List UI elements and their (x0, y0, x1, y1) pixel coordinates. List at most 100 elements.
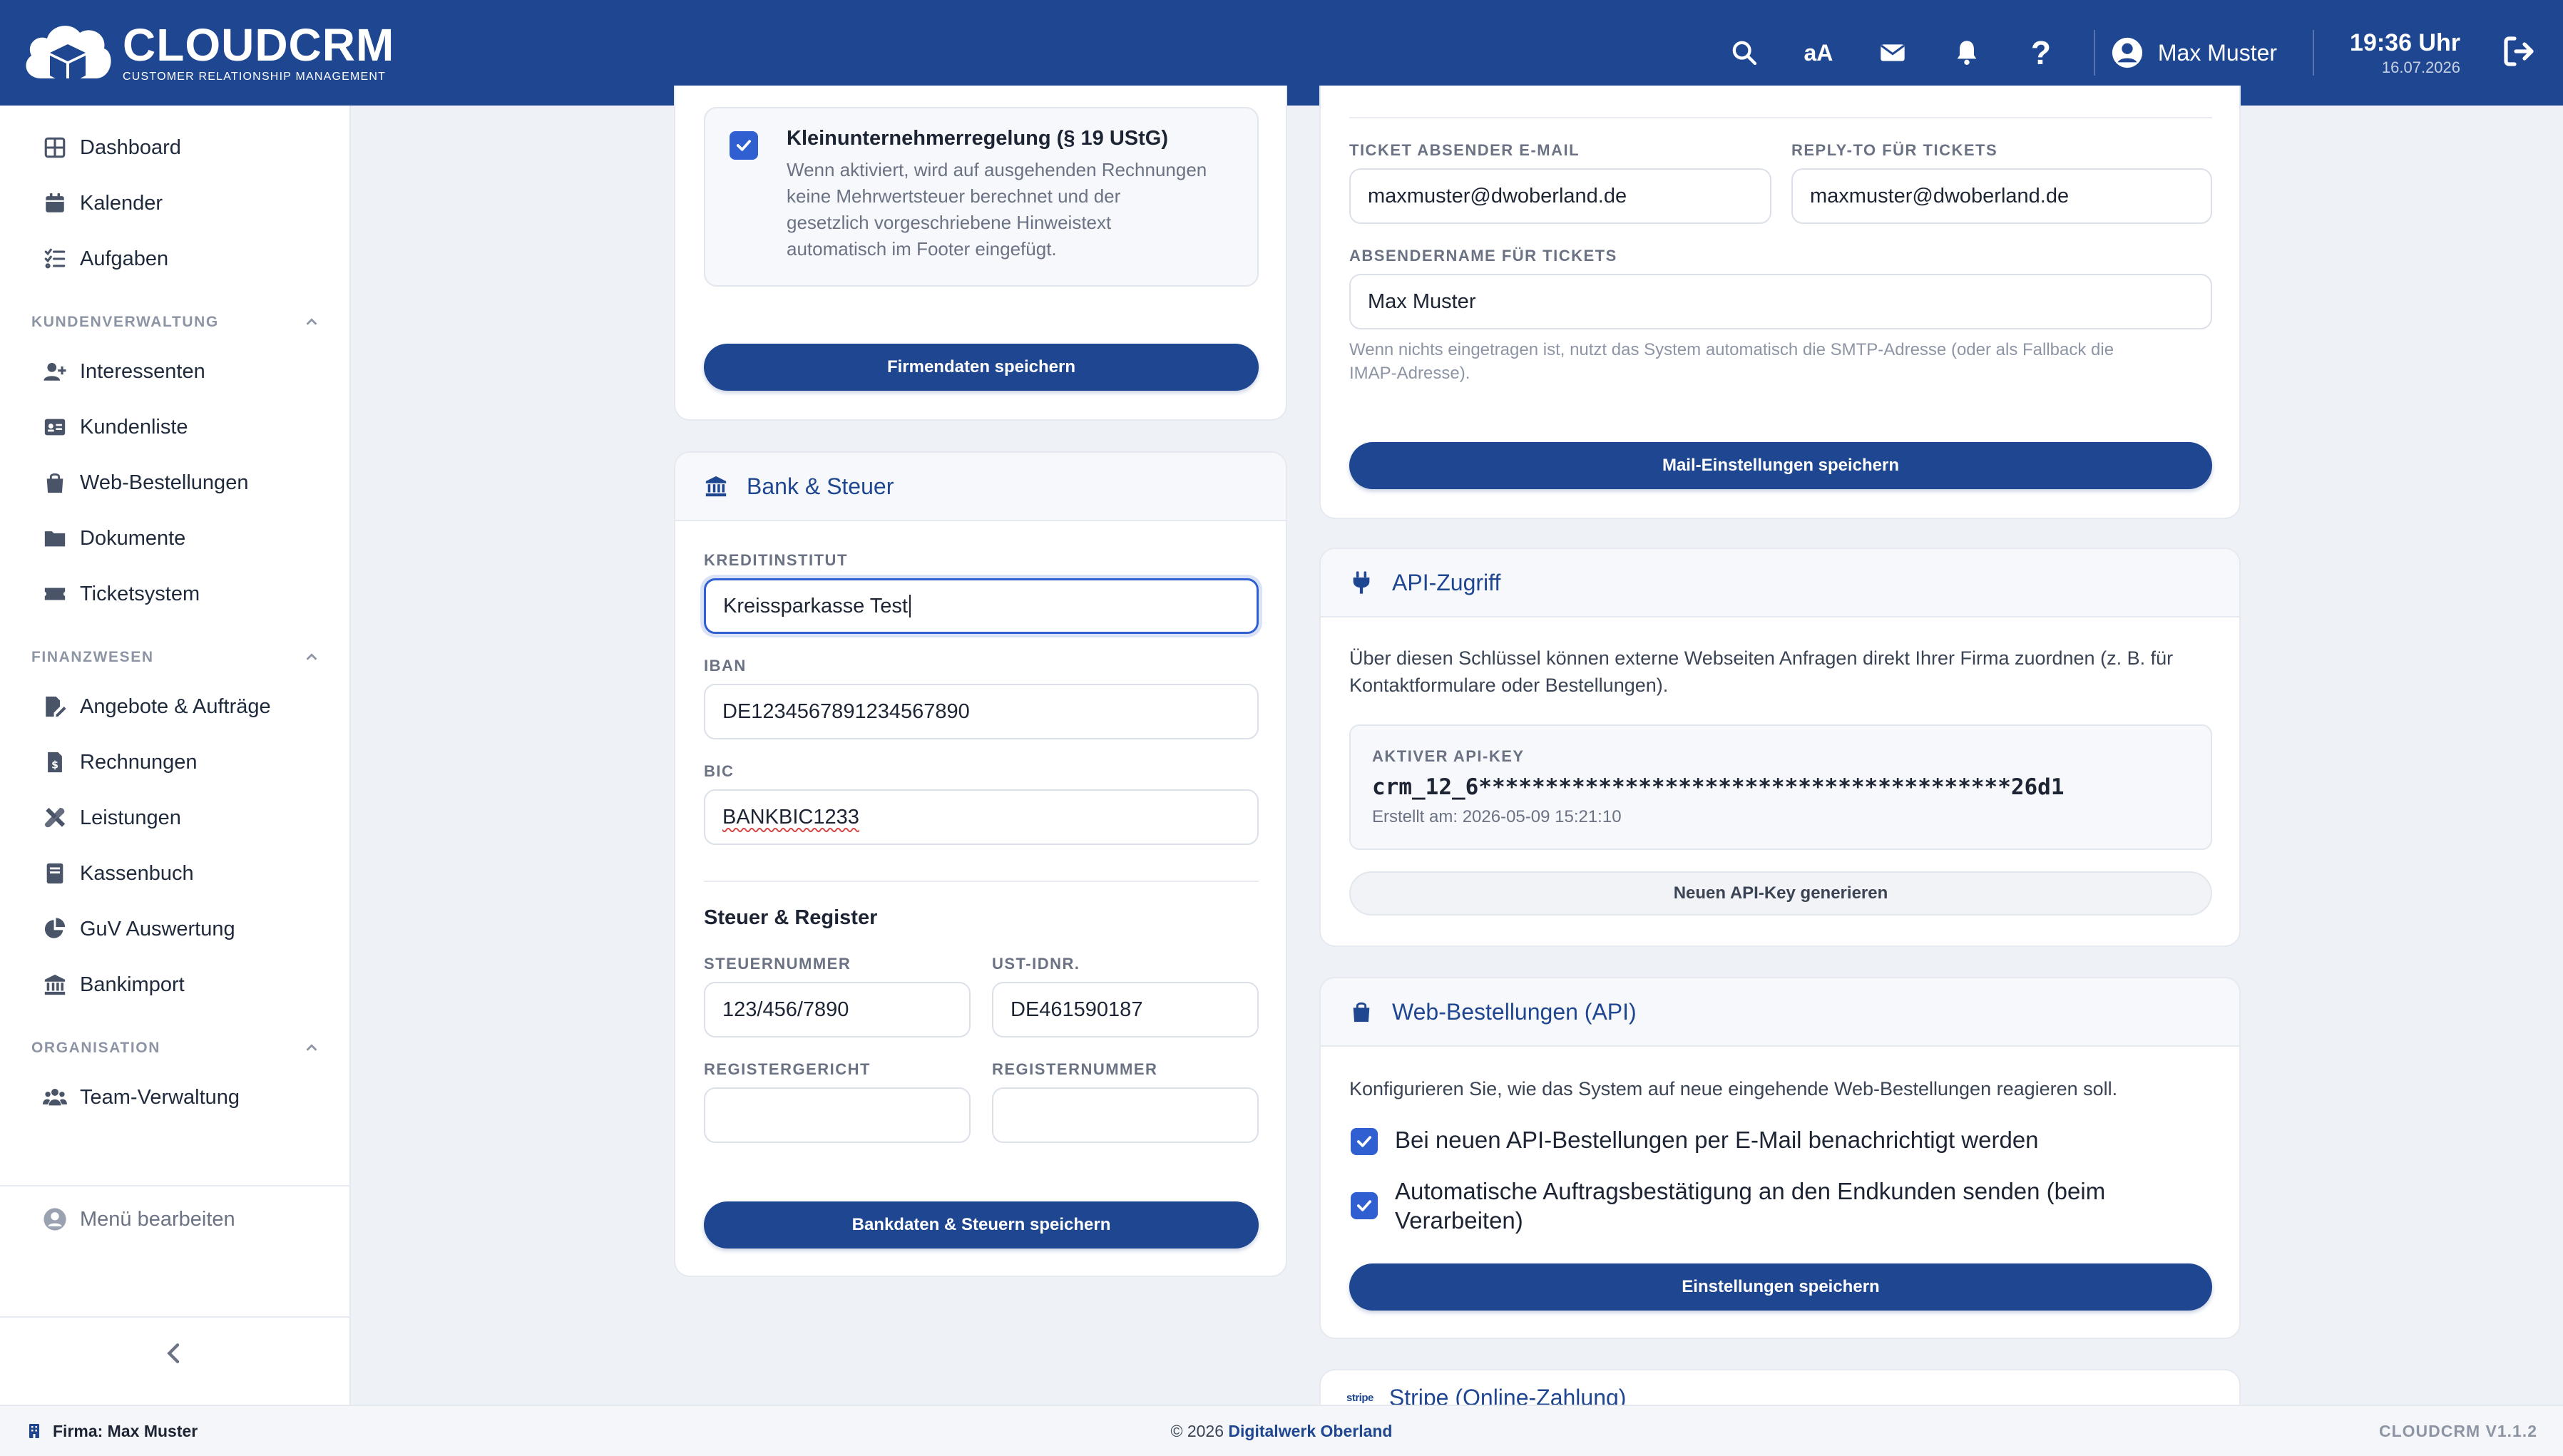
kreditinstitut-input[interactable]: Kreissparkasse Test (704, 578, 1259, 634)
text-caret (909, 595, 911, 617)
mail-button[interactable] (1868, 28, 1918, 78)
invoice-icon: $ (48, 752, 62, 773)
sidebar-item-leistungen[interactable]: Leistungen (43, 796, 181, 839)
sidebar-item-label: Rechnungen (80, 750, 198, 774)
sidebar-item-label: Leistungen (80, 806, 181, 829)
search-icon (1732, 41, 1757, 66)
sidebar-item-kalender[interactable]: Kalender (43, 182, 163, 225)
sidebar-item-label: Aufgaben (80, 247, 169, 270)
auto-confirm-checkbox[interactable] (1351, 1192, 1378, 1219)
iban-input[interactable]: DE1234567891234567890 (704, 684, 1259, 739)
input-value: DE1234567891234567890 (722, 699, 970, 723)
plug-icon (1353, 571, 1370, 594)
section-header-finanzwesen[interactable]: FINANZWESEN (31, 649, 319, 666)
logo[interactable]: CLOUDCRM CUSTOMER RELATIONSHIP MANAGEMEN… (20, 16, 394, 90)
save-mail-settings-button[interactable]: Mail-Einstellungen speichern (1349, 442, 2212, 489)
sidebar-item-dokumente[interactable]: Dokumente (43, 517, 185, 560)
sidebar-item-ticketsystem[interactable]: Ticketsystem (43, 573, 200, 615)
id-card-icon (44, 419, 66, 436)
card-title: API-Zugriff (1392, 569, 1501, 595)
web-orders-card: Web-Bestellungen (API) Konfigurieren Sie… (1319, 977, 2241, 1339)
sidebar-item-label: Ticketsystem (80, 582, 200, 605)
api-key-value: crm_12_6********************************… (1372, 774, 2065, 800)
sidebar-item-rechnungen[interactable]: $ Rechnungen (43, 741, 197, 784)
notifications-button[interactable] (1942, 28, 1992, 78)
section-title: KUNDENVERWALTUNG (31, 314, 219, 330)
auto-confirm-label[interactable]: Automatische Auftragsbestätigung an den … (1395, 1176, 2105, 1235)
search-button[interactable] (1719, 28, 1769, 78)
input-value: BANKBIC1233 (722, 805, 859, 829)
menu-edit-button[interactable]: Menü bearbeiten (43, 1207, 235, 1231)
company-link[interactable]: Digitalwerk Oberland (1228, 1422, 1392, 1440)
sidebar-item-guv[interactable]: GuV Auswertung (43, 908, 235, 950)
sidebar-item-web-bestellungen[interactable]: Web-Bestellungen (43, 461, 248, 504)
small-business-checkbox[interactable] (730, 131, 758, 160)
shopping-bag-icon (46, 473, 63, 493)
sidebar-item-team-verwaltung[interactable]: Team-Verwaltung (43, 1076, 240, 1119)
sender-name-input[interactable]: Max Muster (1349, 274, 2212, 329)
ticket-sender-email-input[interactable]: maxmuster@dwoberland.de (1349, 168, 1771, 224)
pie-chart-icon (44, 918, 66, 938)
sidebar-item-bankimport[interactable]: Bankimport (43, 963, 185, 1006)
sidebar-item-interessenten[interactable]: Interessenten (43, 350, 205, 393)
divider (2313, 30, 2315, 76)
description-line: gesetzlich vorgeschriebene Hinweistext (787, 212, 1112, 233)
user-circle-icon (44, 1208, 66, 1231)
chevron-up-icon (306, 318, 317, 325)
tasks-icon (44, 248, 66, 269)
input-value: Max Muster (1368, 289, 1476, 313)
sidebar-item-kundenliste[interactable]: Kundenliste (43, 406, 188, 448)
description-line: automatisch im Footer eingefügt. (787, 238, 1057, 260)
web-orders-description: Konfigurieren Sie, wie das System auf ne… (1349, 1078, 2118, 1099)
copyright-prefix: © 2026 (1170, 1421, 1229, 1440)
sidebar-item-angebote[interactable]: Angebote & Aufträge (43, 685, 271, 728)
sidebar-item-dashboard[interactable]: Dashboard (43, 126, 181, 169)
steuernummer-input[interactable]: 123/456/7890 (704, 982, 971, 1037)
registernummer-input[interactable] (992, 1087, 1259, 1143)
font-size-button[interactable]: aA (1794, 28, 1843, 78)
help-button[interactable]: ? (2016, 28, 2066, 78)
bell-icon (1957, 41, 1977, 65)
card-title: Stripe (Online-Zahlung) (1388, 1385, 1627, 1405)
user-name: Max Muster (2157, 39, 2278, 66)
sidebar-item-aufgaben[interactable]: Aufgaben (43, 237, 168, 280)
font-size-label: aA (1804, 39, 1833, 66)
description-line: Kontaktformulare oder Bestellungen). (1349, 675, 1669, 696)
book-icon (46, 863, 63, 884)
reply-to-input[interactable]: maxmuster@dwoberland.de (1791, 168, 2212, 224)
input-value: DE461590187 (1011, 998, 1143, 1021)
card-header: Web-Bestellungen (API) (1321, 978, 2239, 1047)
stripe-card: stripe Stripe (Online-Zahlung) (1319, 1369, 2241, 1405)
footer: Firma: Max Muster © 2026 Digitalwerk Obe… (0, 1405, 2563, 1456)
tax-section-heading: Steuer & Register (704, 906, 878, 929)
input-value: Kreissparkasse Test (723, 594, 908, 617)
sidebar-item-label: Kundenliste (80, 415, 188, 439)
card-header: API-Zugriff (1321, 549, 2239, 617)
section-header-kundenverwaltung[interactable]: KUNDENVERWALTUNG (31, 314, 319, 331)
folder-icon (44, 531, 66, 547)
email-notify-label[interactable]: Bei neuen API-Bestellungen per E-Mail be… (1395, 1127, 2039, 1154)
email-notify-checkbox[interactable] (1351, 1128, 1378, 1155)
sidebar-divider (0, 1185, 351, 1186)
bic-input[interactable]: BANKBIC1233 (704, 789, 1259, 845)
sidebar-item-label: Dokumente (80, 526, 186, 550)
save-firm-data-button[interactable]: Firmendaten speichern (704, 344, 1259, 391)
registergericht-input[interactable] (704, 1087, 971, 1143)
sidebar-item-label: Kalender (80, 191, 163, 215)
generate-api-key-button[interactable]: Neuen API-Key generieren (1349, 871, 2212, 916)
logout-button[interactable] (2502, 34, 2536, 72)
sidebar-item-kassenbuch[interactable]: Kassenbuch (43, 852, 194, 895)
sidebar-item-label: Angebote & Aufträge (80, 694, 271, 718)
section-header-organisation[interactable]: ORGANISATION (31, 1040, 319, 1057)
chevron-left-icon[interactable] (160, 1339, 188, 1368)
save-bank-tax-button[interactable]: Bankdaten & Steuern speichern (704, 1201, 1259, 1249)
save-settings-button[interactable]: Einstellungen speichern (1349, 1263, 2212, 1311)
api-description: Über diesen Schlüssel können externe Web… (1349, 645, 2212, 699)
user-menu[interactable]: Max Muster (2111, 36, 2277, 69)
logout-icon (2504, 36, 2534, 66)
ust-idnr-input[interactable]: DE461590187 (992, 982, 1259, 1037)
sidebar-item-label: Dashboard (80, 135, 181, 159)
bic-label: BIC (704, 762, 735, 780)
chevron-up-icon (306, 1044, 317, 1051)
small-business-box: Kleinunternehmerregelung (§ 19 UStG) Wen… (704, 107, 1259, 287)
